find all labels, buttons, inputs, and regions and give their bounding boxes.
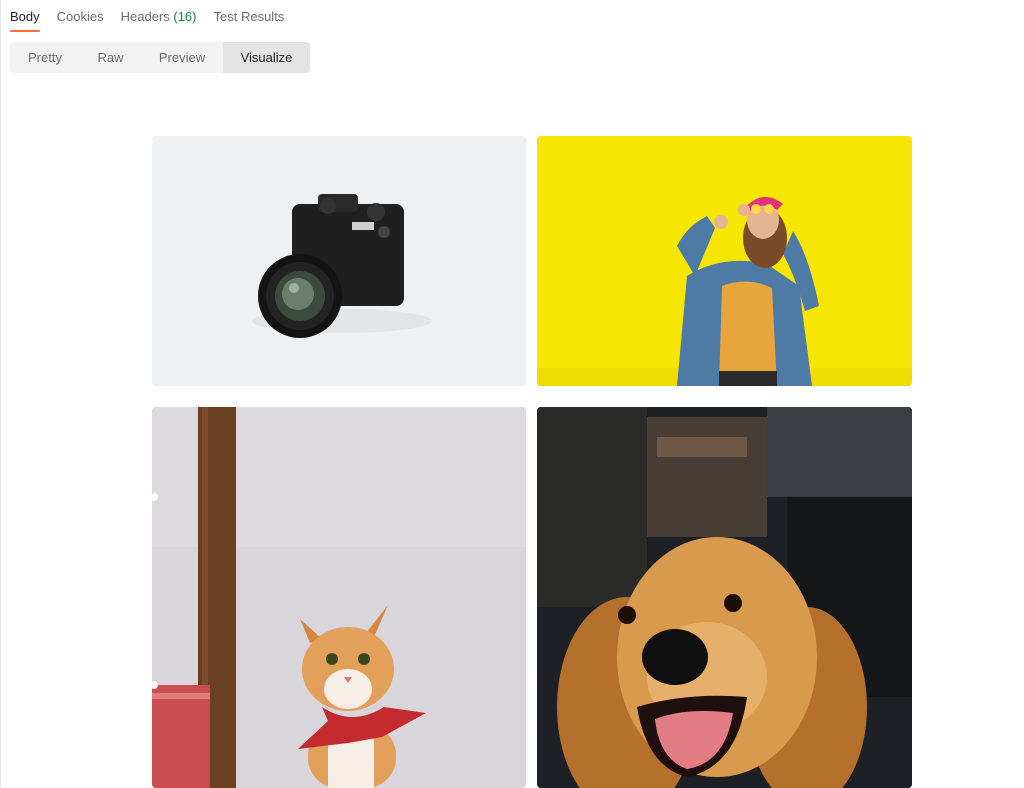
view-raw-button[interactable]: Raw [80, 42, 141, 73]
gallery-image-camera[interactable] [152, 136, 526, 386]
view-pretty-button[interactable]: Pretty [10, 42, 80, 73]
view-preview-button[interactable]: Preview [141, 42, 223, 73]
view-mode-switcher: Pretty Raw Preview Visualize [10, 42, 310, 73]
tab-headers[interactable]: Headers (16) [121, 0, 197, 34]
golden-retriever-photo [537, 407, 912, 788]
tab-body-label: Body [10, 9, 40, 24]
camera-photo [152, 136, 526, 386]
tab-test-results[interactable]: Test Results [214, 0, 285, 34]
view-visualize-button[interactable]: Visualize [223, 42, 310, 73]
gallery-image-woman[interactable] [537, 136, 912, 386]
tab-cookies-label: Cookies [56, 9, 104, 24]
image-gallery [152, 136, 912, 788]
tab-headers-label: Headers [120, 9, 170, 24]
response-tabs: Body Cookies Headers (16) Test Results [10, 0, 284, 34]
tab-cookies[interactable]: Cookies [57, 0, 104, 34]
gallery-image-kitten[interactable] [152, 407, 526, 788]
tab-test-results-label: Test Results [213, 9, 285, 24]
tab-body[interactable]: Body [10, 0, 40, 34]
gallery-image-dog[interactable] [537, 407, 912, 788]
headers-count-badge: (16) [173, 9, 197, 24]
kitten-photo [152, 407, 526, 788]
pane-border [0, 0, 1, 788]
woman-yellow-wall-photo [537, 136, 912, 386]
